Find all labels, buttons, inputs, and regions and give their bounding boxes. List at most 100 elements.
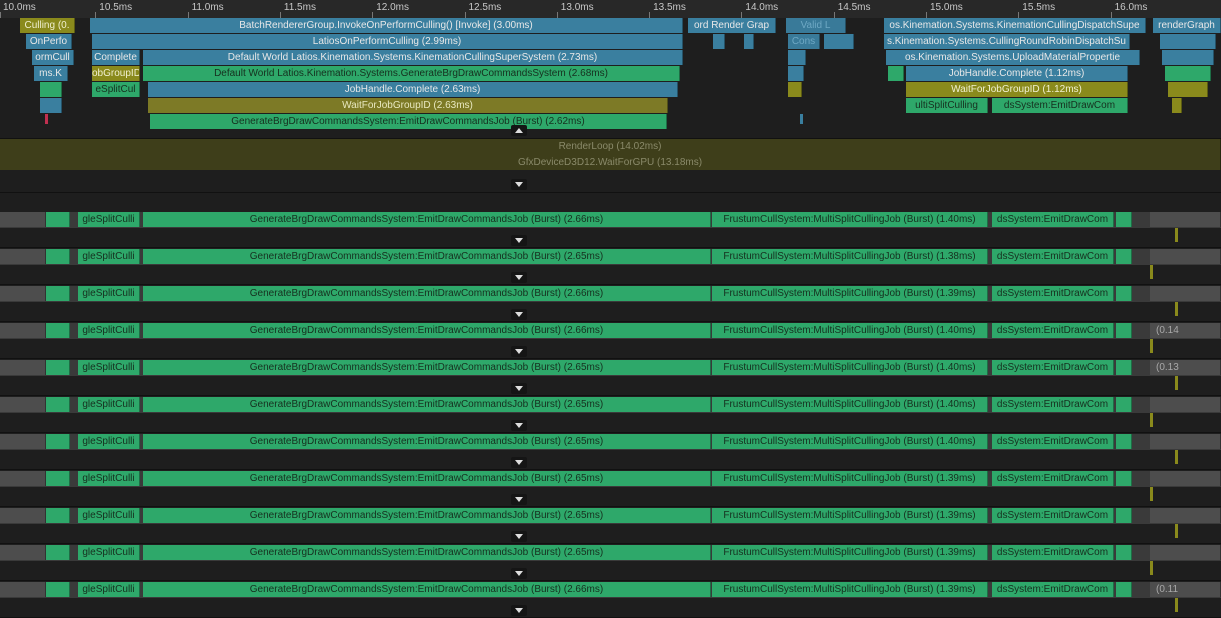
- emit-draw-commands-sample[interactable]: GenerateBrgDrawCommandsSystem:EmitDrawCo…: [143, 471, 711, 486]
- emit-draw-small-sample[interactable]: dsSystem:EmitDrawCom: [992, 545, 1114, 560]
- worker-idle-sample[interactable]: [0, 249, 46, 264]
- emit-draw-small-sample[interactable]: dsSystem:EmitDrawCom: [992, 434, 1114, 449]
- worker-idle-sample[interactable]: [0, 434, 46, 449]
- expand-worker-thread-button[interactable]: [511, 309, 527, 320]
- complete-sample[interactable]: Complete: [92, 50, 140, 65]
- frustum-cull-sample[interactable]: FrustumCullSystem:MultiSplitCullingJob (…: [712, 323, 988, 338]
- emit-draw-small-sample[interactable]: dsSystem:EmitDrawCom: [992, 360, 1114, 375]
- worker-tail-sample[interactable]: [1150, 249, 1221, 264]
- upload-material-sample[interactable]: os.Kinemation.Systems.UploadMaterialProp…: [886, 50, 1140, 65]
- expand-worker-thread-button[interactable]: [511, 494, 527, 505]
- split-culling-sample[interactable]: gleSplitCulli: [78, 434, 140, 449]
- emit-draw-small-sample[interactable]: dsSystem:EmitDrawCom: [992, 249, 1114, 264]
- job-group-sample[interactable]: obGroupID: [92, 66, 140, 81]
- worker-tail-sample[interactable]: [1150, 212, 1221, 227]
- batch-renderer-invoke-sample[interactable]: BatchRendererGroup.InvokeOnPerformCullin…: [90, 18, 683, 33]
- render-graph-sample[interactable]: ord Render Grap: [688, 18, 776, 33]
- ms-k-sample[interactable]: ms.K: [34, 66, 68, 81]
- worker-idle-sample[interactable]: [0, 212, 46, 227]
- timeline-ruler[interactable]: 10.0ms 10.5ms 11.0ms 11.5ms 12.0ms 12.5ms 13.0…: [0, 0, 1221, 19]
- frustum-cull-sample[interactable]: FrustumCullSystem:MultiSplitCullingJob (…: [712, 582, 988, 597]
- kinemation-culling-super-sample[interactable]: Default World Latios.Kinemation.Systems.…: [143, 50, 683, 65]
- wait-for-job-group-small-sample[interactable]: WaitForJobGroupID (1.12ms): [906, 82, 1128, 97]
- worker-tail-sample[interactable]: [1150, 286, 1221, 301]
- small-sample[interactable]: [788, 50, 806, 65]
- worker-tail-sample[interactable]: [1150, 434, 1221, 449]
- expand-worker-thread-button[interactable]: [511, 457, 527, 468]
- split-culling-sample[interactable]: gleSplitCulli: [78, 508, 140, 523]
- render-graph-sample-2[interactable]: renderGraph: [1153, 18, 1221, 33]
- emit-draw-commands-sample[interactable]: GenerateBrgDrawCommandsSystem:EmitDrawCo…: [143, 545, 711, 560]
- worker-small-sample[interactable]: [46, 434, 70, 449]
- emit-draw-commands-sample[interactable]: GenerateBrgDrawCommandsSystem:EmitDrawCo…: [143, 323, 711, 338]
- worker-small-sample[interactable]: [1116, 545, 1132, 560]
- worker-idle-sample[interactable]: [0, 323, 46, 338]
- small-sample[interactable]: [788, 66, 804, 81]
- cons-sample[interactable]: Cons: [788, 34, 820, 49]
- emit-draw-small-sample[interactable]: dsSystem:EmitDrawCom: [992, 471, 1114, 486]
- expand-render-thread-button[interactable]: [511, 179, 527, 190]
- worker-small-sample[interactable]: [46, 471, 70, 486]
- worker-small-sample[interactable]: [46, 249, 70, 264]
- generate-brg-draw-commands-sample[interactable]: Default World Latios.Kinemation.Systems.…: [143, 66, 680, 81]
- worker-idle-sample[interactable]: [0, 397, 46, 412]
- frustum-cull-sample[interactable]: FrustumCullSystem:MultiSplitCullingJob (…: [712, 360, 988, 375]
- small-sample[interactable]: [824, 34, 854, 49]
- expand-worker-thread-button[interactable]: [511, 420, 527, 431]
- emit-draw-small-sample[interactable]: dsSystem:EmitDrawCom: [992, 582, 1114, 597]
- worker-small-sample[interactable]: [1116, 471, 1132, 486]
- frustum-cull-sample[interactable]: FrustumCullSystem:MultiSplitCullingJob (…: [712, 471, 988, 486]
- expand-worker-thread-button[interactable]: [511, 531, 527, 542]
- kinemation-dispatch-sample[interactable]: os.Kinemation.Systems.KinemationCullingD…: [884, 18, 1146, 33]
- expand-worker-thread-button[interactable]: [511, 272, 527, 283]
- worker-tail-sample[interactable]: [1150, 471, 1221, 486]
- emit-draw-small-sample[interactable]: dsSystem:EmitDrawCom: [992, 397, 1114, 412]
- frustum-cull-sample[interactable]: FrustumCullSystem:MultiSplitCullingJob (…: [712, 212, 988, 227]
- worker-small-sample[interactable]: [1116, 360, 1132, 375]
- expand-worker-thread-button[interactable]: [511, 235, 527, 246]
- frustum-cull-sample[interactable]: FrustumCullSystem:MultiSplitCullingJob (…: [712, 545, 988, 560]
- worker-small-sample[interactable]: [1116, 323, 1132, 338]
- worker-idle-sample[interactable]: [0, 582, 46, 597]
- small-sample[interactable]: [40, 82, 62, 97]
- emit-draw-commands-sample[interactable]: GenerateBrgDrawCommandsSystem:EmitDrawCo…: [143, 582, 711, 597]
- expand-worker-thread-button[interactable]: [511, 605, 527, 616]
- worker-tail-sample[interactable]: (0.11: [1150, 582, 1221, 597]
- worker-tail-sample[interactable]: (0.13: [1150, 360, 1221, 375]
- on-perform-sample[interactable]: OnPerfo: [26, 34, 72, 49]
- latios-on-perform-culling-sample[interactable]: LatiosOnPerformCulling (2.99ms): [92, 34, 683, 49]
- worker-small-sample[interactable]: [46, 360, 70, 375]
- small-sample[interactable]: [1160, 34, 1216, 49]
- frustum-cull-sample[interactable]: FrustumCullSystem:MultiSplitCullingJob (…: [712, 249, 988, 264]
- worker-small-sample[interactable]: [1116, 286, 1132, 301]
- small-sample[interactable]: [40, 98, 62, 113]
- worker-idle-sample[interactable]: [0, 286, 46, 301]
- emit-draw-commands-sample[interactable]: GenerateBrgDrawCommandsSystem:EmitDrawCo…: [143, 508, 711, 523]
- small-sample[interactable]: [888, 66, 904, 81]
- worker-idle-sample[interactable]: [0, 471, 46, 486]
- small-sample[interactable]: [1168, 82, 1208, 97]
- worker-small-sample[interactable]: [46, 286, 70, 301]
- worker-tail-sample[interactable]: (0.14: [1150, 323, 1221, 338]
- small-sample[interactable]: [713, 34, 725, 49]
- worker-small-sample[interactable]: [1116, 397, 1132, 412]
- worker-idle-sample[interactable]: [0, 545, 46, 560]
- worker-small-sample[interactable]: [46, 508, 70, 523]
- split-cull-sample[interactable]: eSplitCul: [92, 82, 140, 97]
- expand-worker-thread-button[interactable]: [511, 346, 527, 357]
- worker-small-sample[interactable]: [1116, 434, 1132, 449]
- emit-draw-small-sample[interactable]: dsSystem:EmitDrawCom: [992, 286, 1114, 301]
- emit-draw-commands-sample[interactable]: GenerateBrgDrawCommandsSystem:EmitDrawCo…: [143, 397, 711, 412]
- split-culling-sample[interactable]: gleSplitCulli: [78, 212, 140, 227]
- worker-small-sample[interactable]: [1116, 582, 1132, 597]
- worker-tail-sample[interactable]: [1150, 508, 1221, 523]
- split-culling-sample[interactable]: gleSplitCulli: [78, 582, 140, 597]
- small-sample[interactable]: [744, 34, 754, 49]
- orm-cull-sample[interactable]: ormCull: [32, 50, 74, 65]
- emit-draw-commands-sample[interactable]: GenerateBrgDrawCommandsSystem:EmitDrawCo…: [143, 249, 711, 264]
- emit-draw-small-sample[interactable]: dsSystem:EmitDrawCom: [992, 508, 1114, 523]
- render-loop-sample[interactable]: RenderLoop (14.02ms): [0, 139, 1221, 155]
- split-culling-sample[interactable]: gleSplitCulli: [78, 249, 140, 264]
- emit-draw-commands-sample[interactable]: GenerateBrgDrawCommandsSystem:EmitDrawCo…: [143, 434, 711, 449]
- split-culling-sample[interactable]: gleSplitCulli: [78, 397, 140, 412]
